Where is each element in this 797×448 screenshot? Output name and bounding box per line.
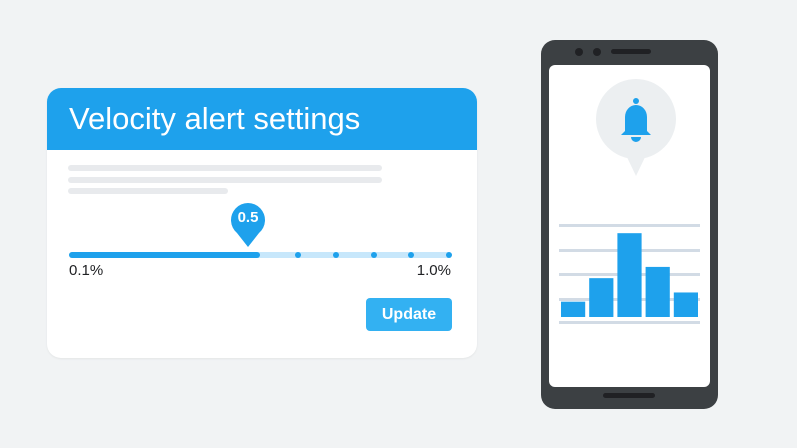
velocity-alert-settings-card: Velocity alert settings 0.5 0.1% 1.0% Up…	[47, 88, 477, 358]
chart-bar	[561, 301, 586, 317]
chart-gridline	[559, 224, 700, 227]
slider-min-label: 0.1%	[69, 262, 104, 279]
card-title: Velocity alert settings	[47, 88, 477, 150]
phone-speaker	[611, 49, 651, 54]
chart-bar	[673, 292, 698, 317]
front-sensor	[593, 48, 601, 56]
slider-step-tick[interactable]	[295, 252, 301, 258]
velocity-threshold-slider[interactable]: 0.5	[69, 203, 452, 265]
phone-device	[541, 40, 718, 409]
slider-step-tick[interactable]	[332, 252, 339, 258]
slider-thumb[interactable]: 0.5	[230, 202, 266, 248]
placeholder-text-line	[68, 165, 382, 171]
slider-track-fill	[69, 252, 260, 258]
chart-baseline	[559, 321, 700, 324]
home-indicator[interactable]	[603, 393, 655, 398]
front-camera	[575, 48, 583, 56]
chart-bar	[645, 266, 670, 317]
slider-max-label: 1.0%	[416, 262, 451, 279]
chart-bar	[589, 278, 614, 317]
activity-bar-chart	[559, 224, 700, 324]
slider-value: 0.5	[237, 209, 259, 226]
slider-step-tick[interactable]	[446, 252, 452, 258]
chart-bar	[617, 233, 642, 317]
update-button[interactable]: Update	[366, 298, 452, 331]
slider-step-tick[interactable]	[370, 252, 377, 258]
phone-screen	[549, 65, 710, 387]
placeholder-text-line	[68, 177, 382, 183]
placeholder-text-line	[68, 188, 228, 194]
